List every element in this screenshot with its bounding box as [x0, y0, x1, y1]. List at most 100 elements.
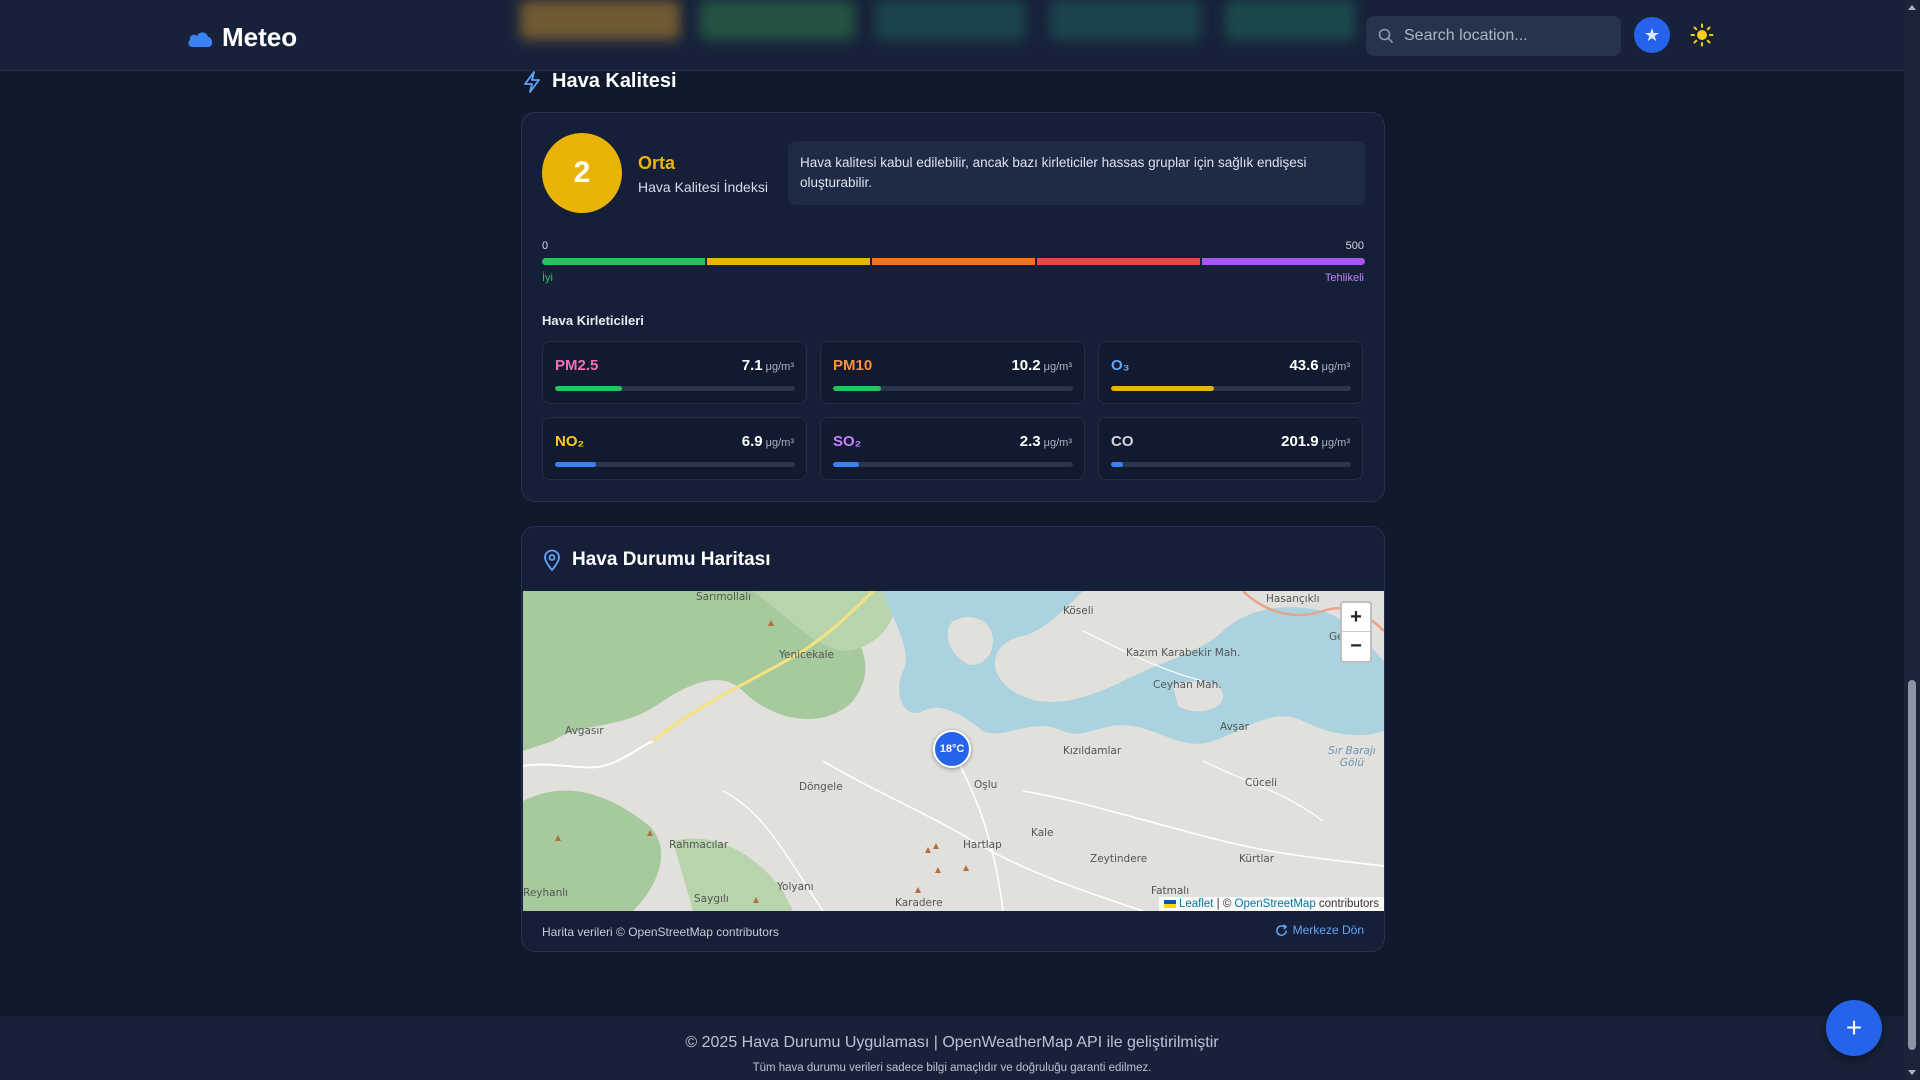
pollutant-bar-fill [555, 462, 596, 467]
pollutant-value: 7.1 μg/m³ [741, 357, 794, 374]
sun-icon [1690, 23, 1714, 47]
map-place-label: Avşar [1220, 721, 1250, 733]
air-quality-title: Hava Kalitesi [522, 70, 677, 93]
zoom-in-button[interactable]: + [1342, 603, 1370, 632]
pollutant-bar-fill [1111, 462, 1123, 467]
theme-toggle-button[interactable] [1686, 19, 1718, 51]
scroll-thumb[interactable] [1908, 680, 1916, 1050]
map-title: Hava Durumu Haritası [542, 549, 771, 571]
pollutant-bar-fill [555, 386, 623, 391]
search-icon [1378, 28, 1394, 44]
lightning-icon [524, 70, 540, 93]
search-box [1366, 16, 1621, 56]
map-data-credit: Harita verileri © OpenStreetMap contribu… [542, 925, 779, 939]
map-attribution: Leaflet | © OpenStreetMap contributors [1158, 897, 1384, 911]
map-place-label: Reyhanlı [523, 887, 569, 899]
app-name: Meteo [222, 22, 298, 52]
footer-copyright: © 2025 Hava Durumu Uygulaması | OpenWeat… [685, 1034, 1219, 1051]
pollutant-card: O₃ 43.6 μg/m³ [1098, 341, 1363, 404]
recenter-button[interactable]: Merkeze Dön [1275, 923, 1364, 937]
aqi-value: 2 [573, 156, 591, 189]
pollutant-name: CO [1111, 433, 1134, 450]
pollutants-title: Hava Kirleticileri [542, 313, 644, 328]
aqi-level: Orta [638, 153, 676, 173]
aqi-scale-bar [542, 258, 1365, 265]
ukraine-flag-icon [1163, 899, 1176, 908]
blurred-forecast-strip [700, 0, 855, 40]
scroll-down-arrow[interactable] [1908, 1070, 1916, 1075]
weather-map-card: Hava Durumu Haritası Sarımollalı Köseli … [521, 526, 1385, 952]
app-logo[interactable]: Meteo [186, 22, 297, 53]
osm-link[interactable]: OpenStreetMap [1235, 898, 1316, 910]
map-place-label: Fatmalı [1151, 885, 1190, 897]
pollutant-bar-fill [833, 386, 881, 391]
pollutant-bar-fill [1111, 386, 1215, 391]
search-input[interactable] [1404, 27, 1604, 45]
map-place-label: Sarımollalı [696, 591, 752, 603]
pollutant-card: SO₂ 2.3 μg/m³ [820, 417, 1085, 480]
map-place-label: Cüceli [1245, 777, 1278, 789]
pollutant-bar [1111, 386, 1351, 391]
pollutant-value: 43.6 μg/m³ [1289, 357, 1350, 374]
scale-segment [872, 258, 1035, 265]
map-place-label: Zeytindere [1090, 853, 1148, 865]
weather-marker[interactable]: 18°C [933, 730, 971, 768]
blurred-forecast-strip [520, 0, 680, 40]
pollutant-name: PM2.5 [555, 357, 599, 374]
scale-min: 0 [542, 240, 549, 252]
scale-segment [1202, 258, 1365, 265]
scroll-up-arrow[interactable] [1908, 5, 1916, 10]
pollutant-bar [833, 386, 1073, 391]
cloud-icon [188, 31, 213, 47]
pollutant-card: NO₂ 6.9 μg/m³ [542, 417, 807, 480]
page-footer: © 2025 Hava Durumu Uygulaması | OpenWeat… [0, 1016, 1904, 1080]
pollutant-card: PM10 10.2 μg/m³ [820, 341, 1085, 404]
aqi-circle: 2 [542, 133, 622, 213]
map-place-label: Döngele [799, 781, 843, 793]
zoom-control: + − [1340, 601, 1372, 663]
scale-high-label: Tehlikeli [1324, 272, 1364, 284]
map-place-label: Oşlu [974, 779, 998, 791]
leaflet-link[interactable]: Leaflet [1179, 898, 1214, 910]
scale-low-label: İyi [542, 272, 553, 284]
section-title-text: Hava Kalitesi [552, 70, 677, 92]
map-place-label: Avgasır [565, 725, 604, 737]
scale-segment [707, 258, 870, 265]
map-place-label: Sır Barajı Gölü [1328, 745, 1376, 769]
recenter-label: Merkeze Dön [1292, 923, 1364, 937]
aqi-description: Hava kalitesi kabul edilebilir, ancak ba… [788, 141, 1365, 205]
map-place-label: Karadere [895, 897, 943, 909]
map-place-label: Rahmacılar [669, 839, 729, 851]
pollutant-bar [1111, 462, 1351, 467]
pollutant-value: 6.9 μg/m³ [741, 433, 794, 450]
favorites-button[interactable]: ★ [1634, 17, 1670, 53]
pollutant-name: SO₂ [833, 433, 862, 450]
footer-disclaimer: Tüm hava durumu verileri sadece bilgi am… [752, 1062, 1152, 1074]
pollutant-value: 201.9 μg/m³ [1281, 433, 1350, 450]
zoom-out-button[interactable]: − [1342, 632, 1370, 661]
map-place-label: Kürtlar [1239, 853, 1275, 865]
pollutant-name: PM10 [833, 357, 873, 374]
refresh-icon [1275, 923, 1287, 936]
scale-max: 500 [1345, 240, 1364, 252]
app-header: Meteo ★ [0, 0, 1904, 71]
add-location-button[interactable]: + [1826, 1000, 1882, 1056]
pollutant-name: O₃ [1111, 357, 1130, 374]
pollutant-value: 10.2 μg/m³ [1011, 357, 1072, 374]
blurred-forecast-strip [1050, 0, 1200, 40]
map-place-label: Ceyhan Mah. [1153, 679, 1222, 691]
map-place-label: Kızıldamlar [1063, 745, 1122, 757]
section-title-text: Hava Durumu Haritası [572, 549, 771, 570]
blurred-forecast-strip [875, 0, 1025, 40]
map-place-label: Hartlap [963, 839, 1002, 851]
pollutant-value: 2.3 μg/m³ [1019, 433, 1072, 450]
page-scrollbar[interactable] [1904, 0, 1920, 1080]
scale-segment [1037, 258, 1200, 265]
pollutant-bar [555, 462, 795, 467]
map-pin-icon [544, 549, 560, 571]
blurred-forecast-strip [1225, 0, 1355, 40]
map-place-label: Kazım Karabekir Mah. [1126, 647, 1241, 659]
map-view[interactable]: Sarımollalı Köseli Hasançıklı Yenicekale… [523, 591, 1384, 911]
map-place-label: Kale [1031, 827, 1054, 839]
scale-segment [542, 258, 705, 265]
